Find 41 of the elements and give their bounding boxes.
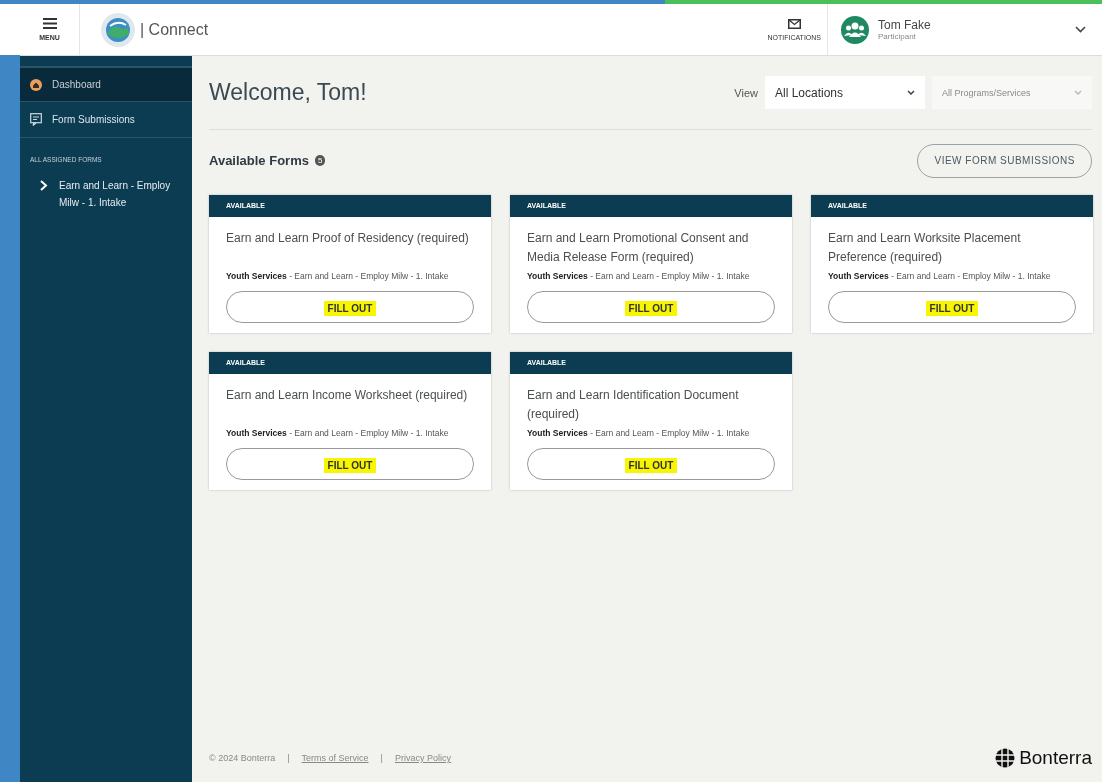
user-role: Participant (878, 32, 917, 41)
menu-icon (42, 18, 57, 29)
chevron-right-icon (38, 180, 49, 191)
program-path: Youth Services - Earn and Learn - Employ Milw - 1. Intake (828, 270, 1052, 283)
section-title: Available Forms (209, 153, 309, 168)
fill-out-button[interactable]: FILL OUT (226, 291, 474, 323)
globe-icon (995, 748, 1016, 768)
fill-out-button[interactable]: FILL OUT (527, 291, 775, 323)
copyright-text: © 2024 Bonterra (209, 753, 276, 763)
logo-icon (100, 11, 136, 48)
avatar-icon (840, 14, 870, 45)
separator: | (287, 753, 290, 763)
program-path: Youth Services - Earn and Learn - Employ Milw - 1. Intake (527, 270, 751, 283)
page-title: Welcome, Tom! (209, 79, 367, 106)
fill-out-button[interactable]: FILL OUT (226, 448, 474, 480)
form-title: Earn and Learn Worksite Placement Preference (required) (828, 230, 1022, 266)
form-title: Earn and Learn Identification Document (required) (527, 387, 740, 423)
user-menu[interactable]: Tom Fake Participant (828, 4, 1102, 55)
form-title: Earn and Learn Promotional Consent and Media Release Form (required) (527, 230, 750, 266)
user-name: Tom Fake (878, 18, 931, 32)
view-label: View (734, 86, 758, 99)
filter-dropdown[interactable]: All Locations (765, 76, 925, 109)
form-icon (30, 113, 42, 126)
program-path: Youth Services - Earn and Learn - Employ Milw - 1. Intake (226, 270, 450, 283)
fill-out-button[interactable]: FILL OUT (828, 291, 1076, 323)
caret-icon (1074, 90, 1082, 95)
tree-item[interactable]: Earn and Learn - Employ Milw - 1. Intake (20, 173, 192, 215)
program-path: Youth Services - Earn and Learn - Employ Milw - 1. Intake (527, 427, 751, 440)
separator: | (380, 753, 383, 763)
form-title: Earn and Learn Income Worksheet (required) (226, 387, 469, 404)
sidebar-item[interactable]: Dashboard (20, 66, 192, 102)
chevron-down-icon (1075, 26, 1086, 33)
app-name: | Connect (140, 20, 209, 39)
caret-icon (907, 90, 915, 95)
count-badge: 5 (314, 155, 326, 166)
fill-out-button[interactable]: FILL OUT (527, 448, 775, 480)
program-path: Youth Services - Earn and Learn - Employ Milw - 1. Intake (226, 427, 450, 440)
brand-name: Bonterra (1019, 747, 1092, 769)
form-title: Earn and Learn Proof of Residency (required) (226, 230, 470, 247)
home-icon (30, 78, 42, 91)
mail-icon (787, 18, 801, 29)
